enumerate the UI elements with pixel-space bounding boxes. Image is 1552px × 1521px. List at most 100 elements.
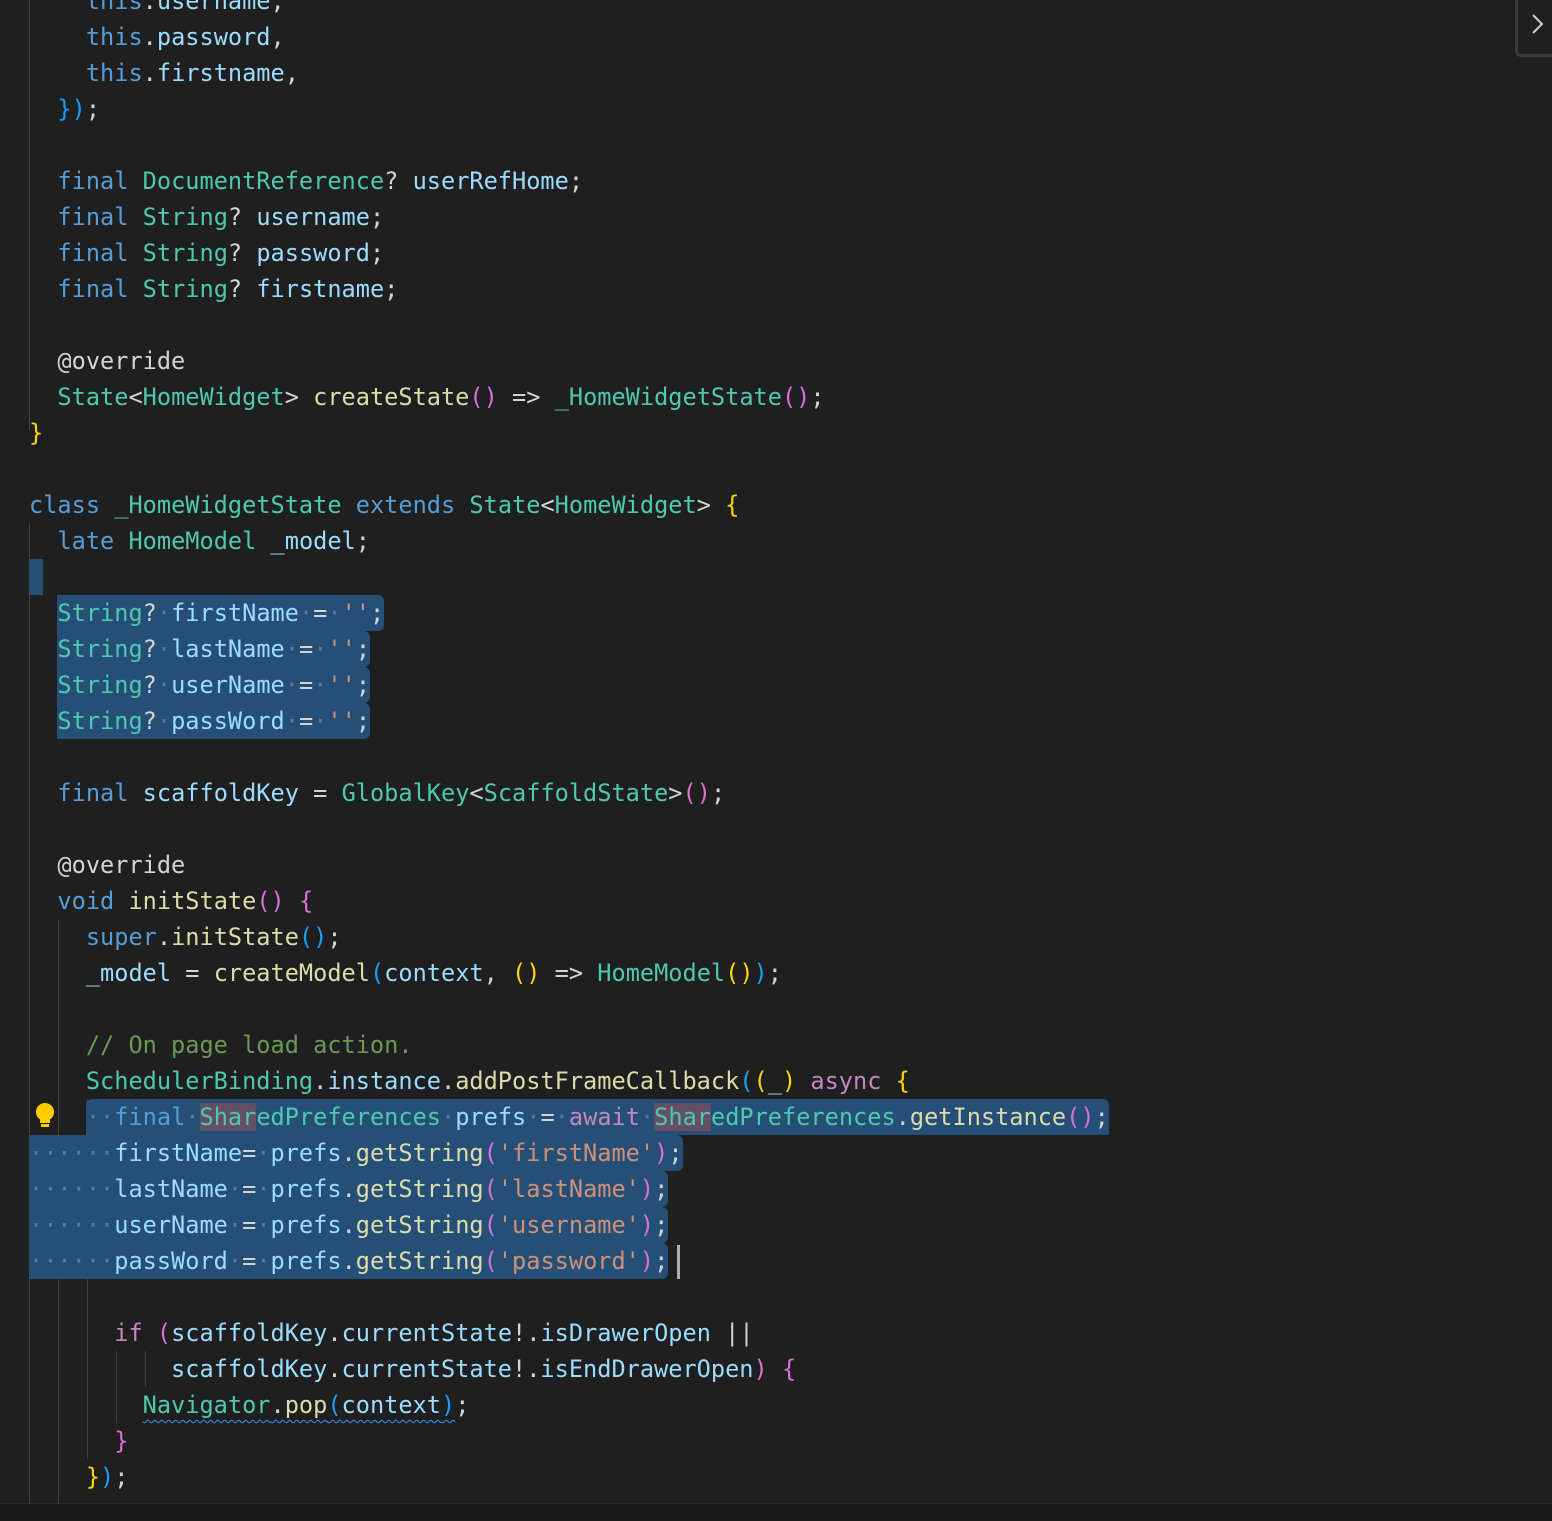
code-line[interactable]: final DocumentReference? userRefHome; <box>29 163 1552 199</box>
code-line-content: final String? password; <box>57 235 384 271</box>
code-line[interactable]: late HomeModel _model; <box>29 523 1552 559</box>
code-token: firstName <box>171 599 299 627</box>
code-token: ; <box>114 1463 129 1491</box>
code-token: this <box>85 23 143 51</box>
editor-bottom-border <box>0 1503 1552 1521</box>
code-line[interactable]: @override <box>29 847 1552 883</box>
code-line[interactable]: if (scaffoldKey.currentState!.isDrawerOp… <box>29 1315 1552 1351</box>
code-line[interactable]: State<HomeWidget> createState() => _Home… <box>29 379 1552 415</box>
lightbulb-icon[interactable] <box>34 1102 56 1130</box>
code-token: · <box>313 671 328 699</box>
chevron-right-icon <box>1531 13 1545 39</box>
code-line[interactable]: this.username, <box>29 0 1552 19</box>
code-token: addPostFrameCallback <box>455 1067 740 1095</box>
code-token: = <box>242 1175 257 1203</box>
code-line[interactable] <box>29 991 1552 1027</box>
code-line[interactable]: } <box>29 1423 1552 1459</box>
code-token: ; <box>1094 1103 1109 1131</box>
code-line[interactable] <box>29 451 1552 487</box>
code-line[interactable]: final scaffoldKey = GlobalKey<ScaffoldSt… <box>29 775 1552 811</box>
code-token: ( <box>483 1211 498 1239</box>
code-token: _HomeWidgetState <box>114 491 342 519</box>
code-token: ; <box>355 671 371 699</box>
code-line[interactable] <box>29 307 1552 343</box>
code-line[interactable]: String?·userName·=·''; <box>29 667 1552 703</box>
code-line[interactable]: final String? password; <box>29 235 1552 271</box>
code-token: if <box>114 1319 143 1347</box>
code-token: · <box>313 707 328 735</box>
code-editor[interactable]: this.username, this.password, this.first… <box>29 0 1552 1495</box>
code-line[interactable]: final String? firstname; <box>29 271 1552 307</box>
code-token: initState <box>128 887 257 915</box>
code-line[interactable]: super.initState(); <box>29 919 1552 955</box>
code-line[interactable] <box>29 739 1552 775</box>
code-line[interactable]: void initState() { <box>29 883 1552 919</box>
code-line[interactable]: String?·passWord·=·''; <box>29 703 1552 739</box>
code-token: getString <box>355 1247 484 1275</box>
code-line[interactable] <box>29 1279 1552 1315</box>
code-line[interactable]: Navigator.pop(context); <box>29 1387 1552 1423</box>
code-line[interactable]: }); <box>29 91 1552 127</box>
code-token: · <box>256 1247 271 1275</box>
code-token: . <box>327 1319 342 1347</box>
code-token: ? <box>227 275 257 303</box>
code-line[interactable]: class _HomeWidgetState extends State<Hom… <box>29 487 1552 523</box>
code-token: isDrawerOpen <box>540 1319 711 1347</box>
code-token: => <box>497 383 555 411</box>
code-line[interactable]: String?·lastName·=·''; <box>29 631 1552 667</box>
code-line[interactable]: ······lastName·=·prefs.getString('lastNa… <box>29 1171 1552 1207</box>
code-token: ; <box>654 1211 669 1239</box>
code-line[interactable]: } <box>29 415 1552 451</box>
code-line[interactable] <box>29 127 1552 163</box>
code-token: State <box>57 383 129 411</box>
code-token: () <box>469 383 498 411</box>
code-line[interactable]: _model = createModel(context, () => Home… <box>29 955 1552 991</box>
code-line[interactable]: @override <box>29 343 1552 379</box>
code-line[interactable]: }); <box>29 1459 1552 1495</box>
code-line[interactable]: scaffoldKey.currentState!.isEndDrawerOpe… <box>29 1351 1552 1387</box>
code-line[interactable]: ··final·SharedPreferences·prefs·=·await·… <box>29 1099 1552 1135</box>
panel-toggle-button[interactable] <box>1515 0 1552 57</box>
code-token: () <box>725 959 754 987</box>
code-token: · <box>298 599 314 627</box>
code-line[interactable]: final String? username; <box>29 199 1552 235</box>
code-token: ) <box>753 959 768 987</box>
code-token: pop <box>284 1391 328 1419</box>
code-line[interactable]: SchedulerBinding.instance.addPostFrameCa… <box>29 1063 1552 1099</box>
code-line[interactable]: this.firstname, <box>29 55 1552 91</box>
code-line[interactable]: String?·firstName·=·''; <box>29 595 1552 631</box>
code-line[interactable]: ······passWord·=·prefs.getString('passwo… <box>29 1243 1552 1279</box>
code-token: . <box>142 23 157 51</box>
code-line[interactable]: ······firstName=·prefs.getString('firstN… <box>29 1135 1552 1171</box>
code-token: username <box>156 0 271 15</box>
code-token: () <box>512 959 541 987</box>
code-token: . <box>142 0 157 15</box>
code-token: late <box>57 527 115 555</box>
code-line-content: String?·lastName·=·''; <box>57 631 371 667</box>
code-token: · <box>227 1175 243 1203</box>
code-line[interactable]: // On page load action. <box>29 1027 1552 1063</box>
code-line-content: }); <box>57 91 100 127</box>
code-line[interactable]: this.password, <box>29 19 1552 55</box>
code-token: _ <box>767 1067 782 1095</box>
code-token: HomeWidget <box>554 491 697 519</box>
code-line[interactable] <box>29 811 1552 847</box>
code-token: prefs <box>270 1139 342 1167</box>
code-token: username <box>256 203 370 231</box>
code-token: () <box>298 923 328 951</box>
code-token: · <box>256 1175 271 1203</box>
code-token: . <box>341 1139 356 1167</box>
code-line[interactable] <box>29 559 1552 595</box>
code-line[interactable]: ······userName·=·prefs.getString('userna… <box>29 1207 1552 1243</box>
code-line-content: String?·userName·=·''; <box>57 667 371 703</box>
code-token: _HomeWidgetState <box>554 383 782 411</box>
code-token: = <box>242 1247 257 1275</box>
